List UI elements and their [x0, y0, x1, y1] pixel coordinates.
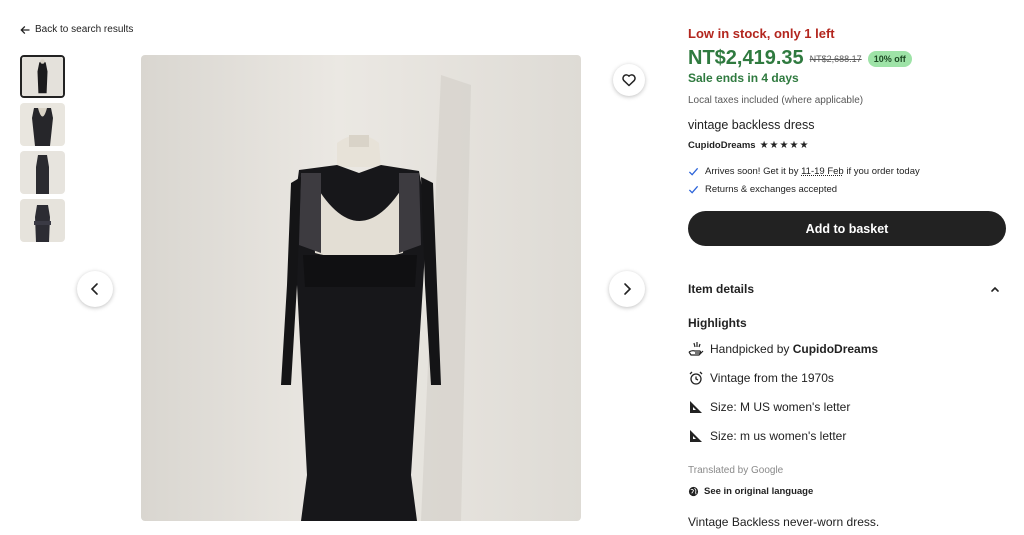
size-text-2: Size: m us women's letter — [710, 429, 847, 443]
chevron-up-icon — [991, 286, 999, 292]
highlight-handpicked: Handpicked by CupidoDreams — [688, 341, 878, 357]
size-text-1: Size: M US women's letter — [710, 400, 851, 414]
arrival-prefix: Arrives soon! Get it by — [705, 166, 802, 177]
arrival-dates[interactable]: 11-19 Feb — [801, 166, 844, 177]
chevron-left-icon — [90, 283, 98, 295]
item-details-toggle[interactable]: Item details — [688, 282, 1006, 296]
price-row: NT$2,419.35 NT$2,688.17 10% off — [688, 47, 912, 70]
shop-name-link[interactable]: CupidoDreams — [688, 140, 756, 151]
ruler-icon — [690, 430, 702, 442]
next-image-button[interactable] — [609, 271, 645, 307]
returns-text: Returns & exchanges accepted — [705, 184, 838, 195]
item-description: Vintage Backless never-worn dress. — [688, 515, 880, 529]
hand-icon — [688, 342, 704, 356]
shop-info: CupidoDreams ★★★★★ — [688, 140, 809, 151]
thumbnail-3[interactable] — [20, 151, 65, 194]
current-price: NT$2,419.35 — [688, 47, 804, 69]
highlight-size-2: Size: m us women's letter — [688, 428, 846, 444]
original-price: NT$2,688.17 — [809, 53, 862, 64]
back-to-search-link[interactable]: Back to search results — [20, 24, 133, 35]
heart-icon — [622, 74, 636, 87]
thumbnail-1[interactable] — [20, 55, 65, 98]
thumbnail-2[interactable] — [20, 103, 65, 146]
alarm-clock-icon — [689, 371, 703, 385]
handpicked-prefix: Handpicked by — [710, 342, 793, 356]
item-details-heading: Item details — [688, 282, 755, 296]
add-to-basket-button[interactable]: Add to basket — [688, 211, 1006, 246]
arrow-left-icon — [20, 25, 30, 34]
sale-ends-text: Sale ends in 4 days — [688, 71, 799, 85]
highlight-vintage: Vintage from the 1970s — [688, 370, 834, 386]
taxes-note: Local taxes included (where applicable) — [688, 95, 864, 106]
rating-stars[interactable]: ★★★★★ — [760, 140, 810, 151]
thumbnail-4[interactable] — [20, 199, 65, 242]
see-original-language-link[interactable]: See in original language — [688, 486, 813, 497]
check-icon — [688, 185, 699, 194]
arrival-suffix: if you order today — [843, 166, 920, 177]
discount-badge: 10% off — [867, 50, 912, 67]
previous-image-button[interactable] — [77, 271, 113, 307]
stock-message: Low in stock, only 1 left — [688, 26, 835, 41]
back-link-label: Back to search results — [35, 24, 134, 35]
vintage-text: Vintage from the 1970s — [710, 371, 834, 385]
returns-info: Returns & exchanges accepted — [688, 184, 837, 195]
highlights-heading: Highlights — [688, 316, 747, 330]
favorite-button[interactable] — [613, 64, 645, 96]
highlight-size-1: Size: M US women's letter — [688, 399, 850, 415]
see-original-label: See in original language — [704, 486, 814, 497]
arrival-info: Arrives soon! Get it by 11-19 Feb if you… — [688, 166, 920, 177]
ruler-icon — [690, 401, 702, 413]
product-title: vintage backless dress — [688, 118, 815, 132]
globe-icon — [688, 486, 699, 497]
thumbnail-strip — [20, 55, 66, 242]
main-product-image — [141, 55, 581, 521]
handpicked-shop-link[interactable]: CupidoDreams — [793, 342, 878, 356]
check-icon — [688, 167, 699, 176]
translated-by-google: Translated by Google — [688, 465, 784, 476]
chevron-right-icon — [624, 283, 632, 295]
